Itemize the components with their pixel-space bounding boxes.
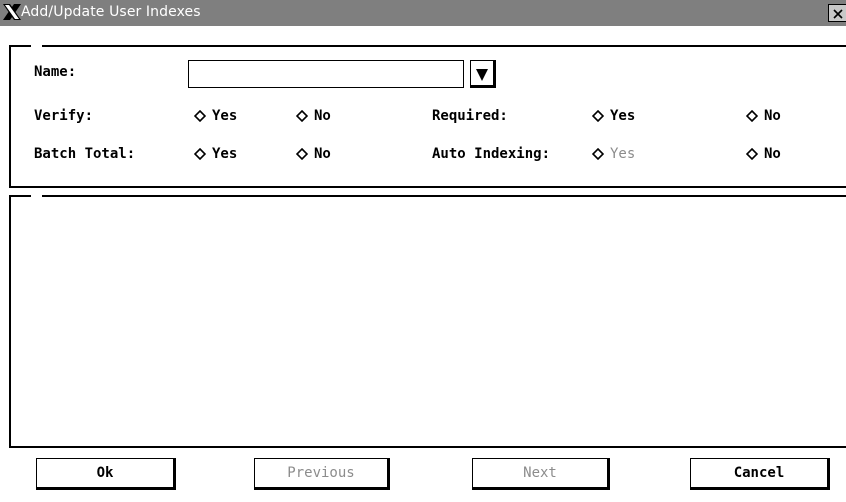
name-label: Name: bbox=[34, 64, 77, 80]
batch-total-yes-radio[interactable]: Yes bbox=[194, 146, 237, 162]
batch-total-label: Batch Total: bbox=[34, 146, 136, 162]
radio-diamond-icon bbox=[746, 110, 758, 122]
dropdown-arrow-icon bbox=[476, 69, 488, 81]
required-label: Required: bbox=[432, 108, 508, 124]
next-button[interactable]: Next bbox=[472, 458, 610, 490]
group-frame-edge bbox=[9, 195, 31, 197]
previous-button[interactable]: Previous bbox=[254, 458, 390, 490]
radio-label: Yes bbox=[212, 108, 238, 124]
required-yes-radio[interactable]: Yes bbox=[592, 108, 635, 124]
index-list-group bbox=[9, 196, 846, 448]
verify-no-radio[interactable]: No bbox=[296, 108, 331, 124]
ok-button[interactable]: Ok bbox=[36, 458, 176, 490]
cancel-button[interactable]: Cancel bbox=[690, 458, 830, 490]
radio-diamond-icon bbox=[194, 110, 206, 122]
auto-indexing-label: Auto Indexing: bbox=[432, 146, 551, 162]
radio-diamond-icon bbox=[592, 110, 604, 122]
radio-label: No bbox=[764, 146, 781, 162]
window-title: Add/Update User Indexes bbox=[21, 4, 201, 20]
radio-label: No bbox=[314, 146, 331, 162]
verify-yes-radio[interactable]: Yes bbox=[194, 108, 237, 124]
radio-label: No bbox=[314, 108, 331, 124]
required-no-radio[interactable]: No bbox=[746, 108, 781, 124]
radio-label: Yes bbox=[212, 146, 238, 162]
close-button[interactable] bbox=[828, 4, 846, 22]
radio-diamond-icon bbox=[296, 110, 308, 122]
name-dropdown-button[interactable] bbox=[470, 60, 496, 88]
name-input[interactable] bbox=[188, 60, 464, 88]
radio-diamond-icon bbox=[296, 148, 308, 160]
group-frame-edge bbox=[9, 45, 31, 47]
verify-label: Verify: bbox=[34, 108, 94, 124]
batch-total-no-radio[interactable]: No bbox=[296, 146, 331, 162]
radio-diamond-icon bbox=[746, 148, 758, 160]
radio-label: No bbox=[764, 108, 781, 124]
auto-indexing-yes-radio[interactable]: Yes bbox=[592, 146, 635, 162]
radio-diamond-icon bbox=[194, 148, 206, 160]
close-icon bbox=[833, 9, 843, 19]
x-logo-icon bbox=[3, 4, 21, 20]
group-frame-edge bbox=[42, 45, 846, 47]
radio-label: Yes bbox=[610, 108, 636, 124]
title-bar: Add/Update User Indexes bbox=[0, 0, 846, 26]
auto-indexing-no-radio[interactable]: No bbox=[746, 146, 781, 162]
radio-label: Yes bbox=[610, 146, 636, 162]
group-frame-edge bbox=[42, 195, 846, 197]
radio-diamond-icon bbox=[592, 148, 604, 160]
